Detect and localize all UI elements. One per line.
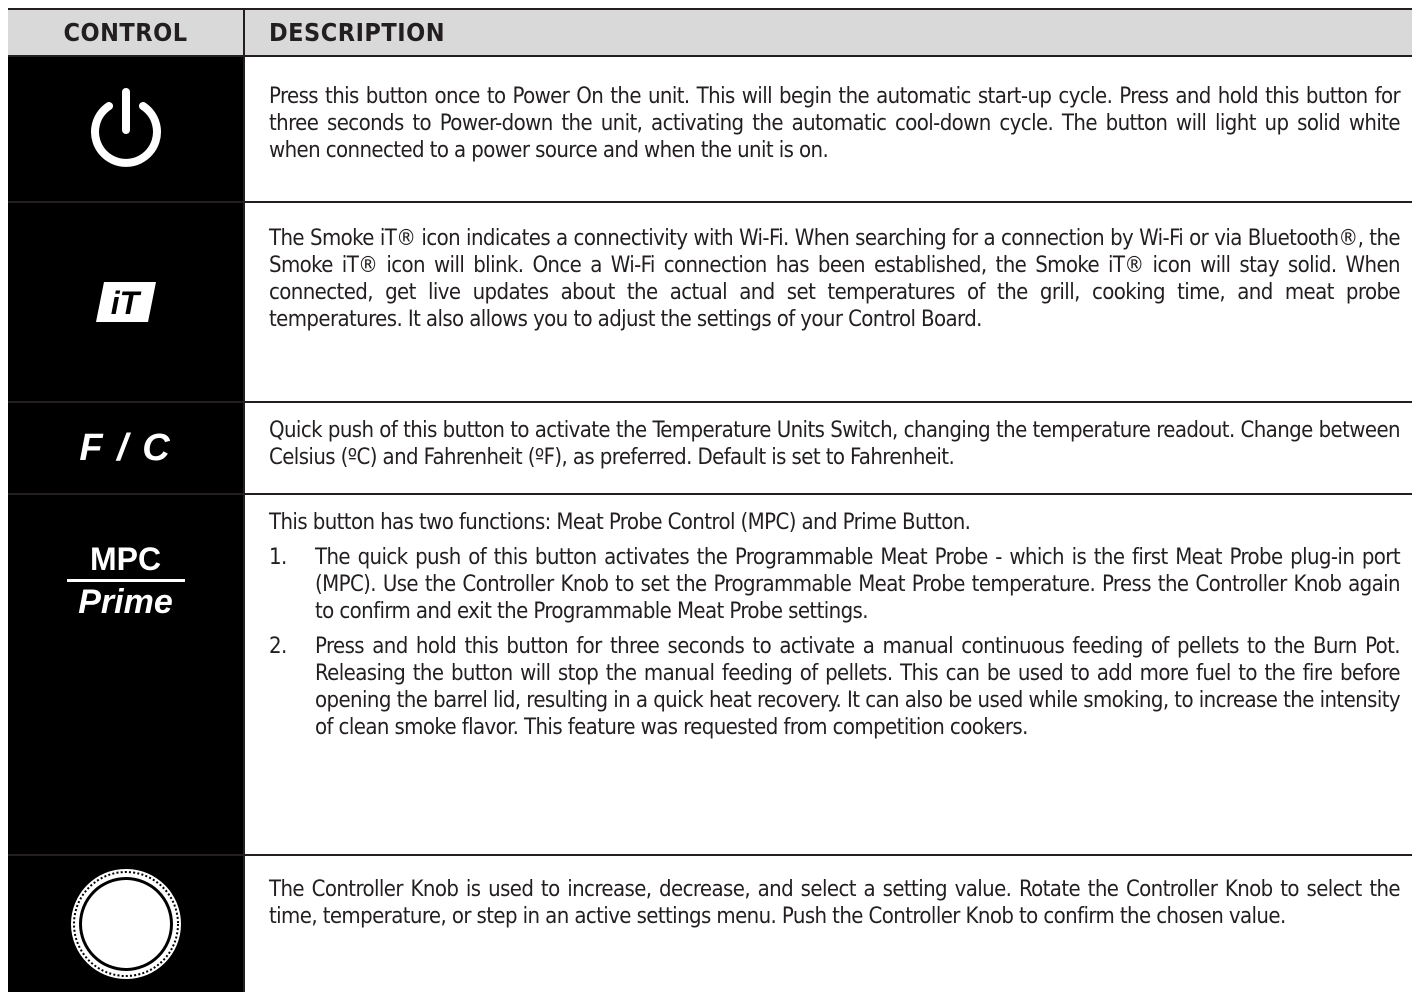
controls-table: CONTROL DESCRIPTION Press this button on…	[8, 8, 1412, 992]
control-cell-fc: F / C	[8, 403, 243, 493]
control-cell-power	[8, 57, 243, 201]
table-header: CONTROL DESCRIPTION	[8, 10, 1412, 57]
power-icon	[90, 88, 161, 167]
table-row-fc: F / C Quick push of this button to activ…	[8, 403, 1412, 495]
table-row-smoke-it: iT The Smoke iT® icon indicates a connec…	[8, 203, 1412, 403]
control-cell-smoke-it: iT	[8, 203, 243, 401]
description-knob: The Controller Knob is used to increase,…	[243, 856, 1412, 992]
prime-label: Prime	[78, 583, 173, 621]
header-description: DESCRIPTION	[243, 10, 1412, 55]
step-text: The quick push of this button activates …	[315, 545, 1401, 624]
description-power: Press this button once to Power On the u…	[243, 57, 1412, 201]
header-control: CONTROL	[63, 18, 188, 47]
fc-toggle-icon: F / C	[79, 426, 172, 469]
mpc-label: MPC	[66, 541, 185, 582]
list-item: 1. The quick push of this button activat…	[269, 544, 1401, 625]
table-row-power: Press this button once to Power On the u…	[8, 57, 1412, 203]
description-smoke-it: The Smoke iT® icon indicates a connectiv…	[243, 203, 1412, 401]
mpc-intro: This button has two functions: Meat Prob…	[269, 510, 971, 535]
control-cell-knob	[8, 856, 243, 992]
list-item: 2. Press and hold this button for three …	[269, 633, 1401, 741]
smoke-it-text: iT	[110, 285, 141, 321]
mpc-steps: 1. The quick push of this button activat…	[269, 544, 1401, 741]
smoke-it-icon: iT	[95, 282, 156, 322]
step-number: 1.	[269, 545, 287, 570]
description-fc: Quick push of this button to activate th…	[243, 403, 1412, 493]
step-number: 2.	[269, 634, 287, 659]
description-mpc: This button has two functions: Meat Prob…	[243, 495, 1412, 854]
table-row-knob: The Controller Knob is used to increase,…	[8, 856, 1412, 992]
mpc-prime-icon: MPC Prime	[66, 541, 185, 622]
controller-knob-icon	[70, 869, 181, 979]
table-row-mpc: MPC Prime This button has two functions:…	[8, 495, 1412, 856]
step-text: Press and hold this button for three sec…	[315, 634, 1401, 740]
control-cell-mpc: MPC Prime	[8, 495, 243, 854]
